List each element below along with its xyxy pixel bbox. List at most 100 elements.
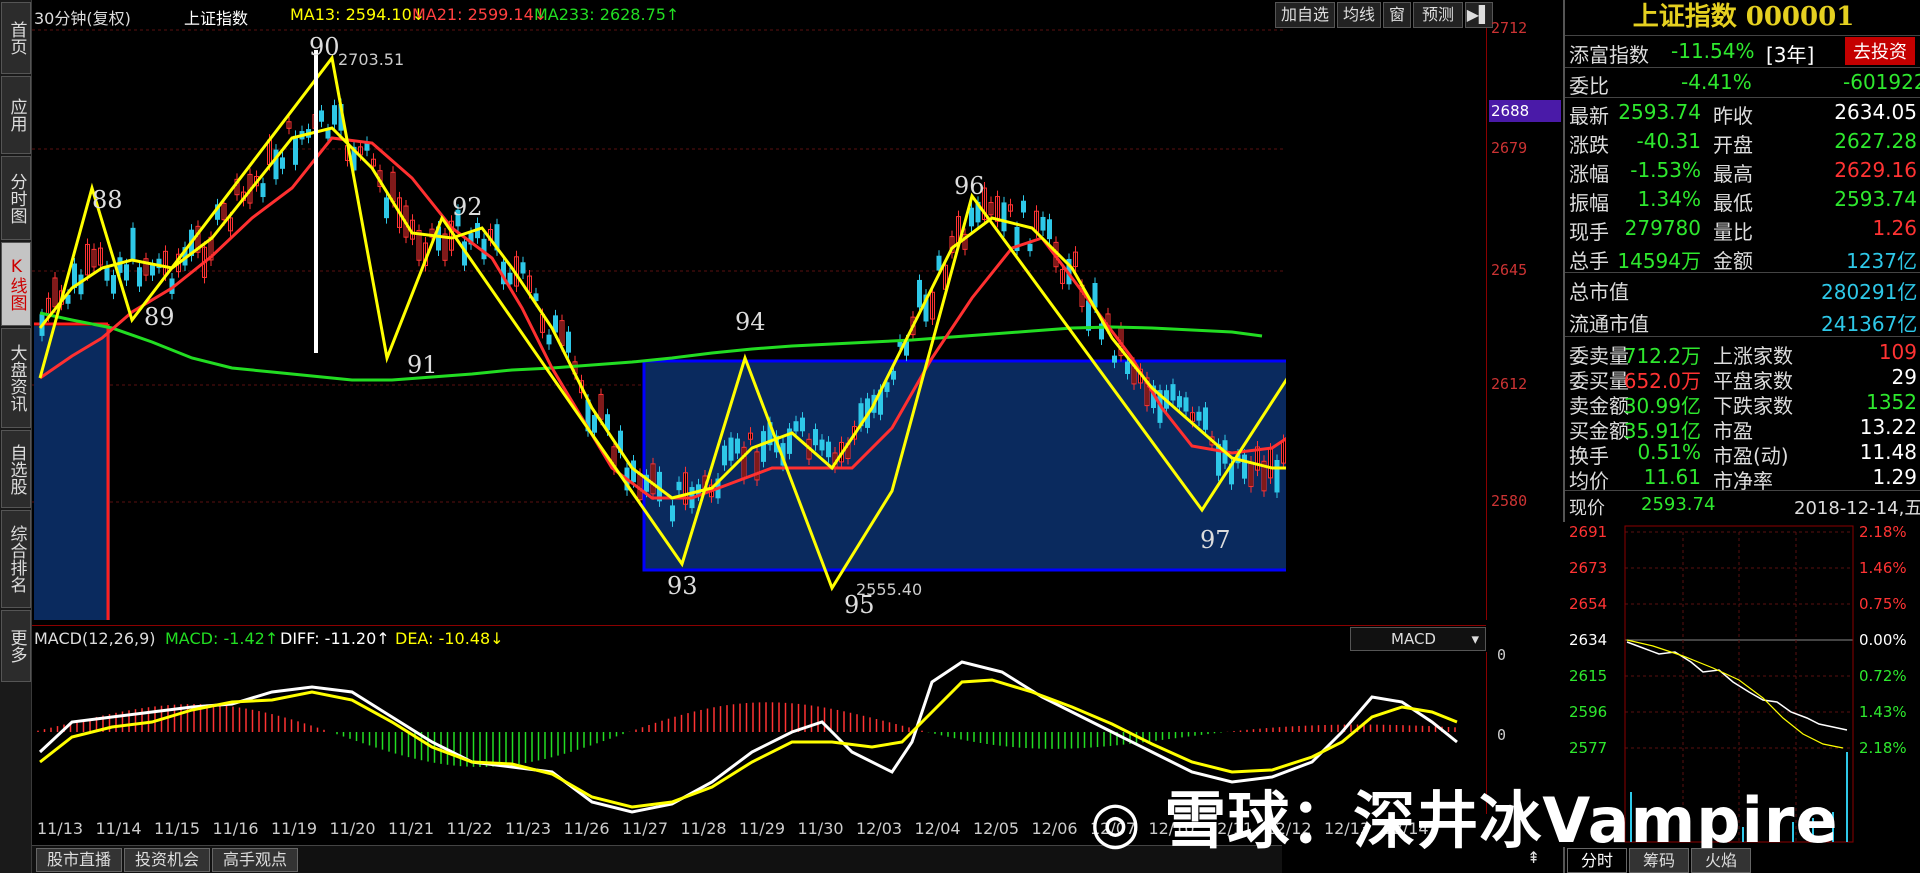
tab-opportunities[interactable]: 投资机会 xyxy=(124,848,210,872)
date-label: 11/21 xyxy=(387,819,435,838)
quote-label: 涨幅 xyxy=(1569,162,1609,186)
date-label: 11/19 xyxy=(270,819,318,838)
watermark: ◎ 雪球：深井冰Vampire xyxy=(1090,770,1839,860)
date-label: 12/06 xyxy=(1031,819,1078,838)
forecast-button[interactable]: 预测 xyxy=(1413,2,1463,28)
date-label: 11/16 xyxy=(212,819,259,838)
quote-date: 2018-12-14,五 xyxy=(1794,498,1920,519)
quote-value: 1.29 xyxy=(1872,465,1917,489)
watermark-logo-icon: ◎ xyxy=(1090,788,1142,856)
wave-label-94: 94 xyxy=(735,308,766,336)
quote-value: 1.34% xyxy=(1637,187,1701,211)
tab-expert-views[interactable]: 高手观点 xyxy=(212,848,298,872)
macd-value: MACD: -1.42↑ xyxy=(165,629,279,648)
market-cap-label: 总市值 xyxy=(1569,280,1629,304)
weibi-label: 委比 xyxy=(1569,74,1609,98)
date-label: 11/29 xyxy=(738,819,786,838)
quote-row: 涨幅 -1.53% 最高 2629.16 xyxy=(1569,156,1919,186)
quote-value: -1.53% xyxy=(1630,158,1701,182)
tianfu-value: -11.54% xyxy=(1671,39,1755,63)
wave-label-97: 97 xyxy=(1200,526,1231,554)
add-watchlist-button[interactable]: 加自选 xyxy=(1275,2,1335,28)
wave-label-92: 92 xyxy=(452,193,483,221)
price-axis-label: 2580 xyxy=(1491,492,1528,510)
mini-left-axis-label: 2691 xyxy=(1569,523,1607,541)
quote-value: 29 xyxy=(1891,365,1917,389)
left-shaded-area xyxy=(34,326,110,620)
price-label: 现价 xyxy=(1569,498,1605,519)
date-label: 12/05 xyxy=(972,819,1020,838)
sidebar-item-more[interactable]: 更多 xyxy=(1,610,31,682)
mini-left-axis-label: 2634 xyxy=(1569,631,1607,649)
tab-chips[interactable]: 筹码 xyxy=(1629,848,1689,873)
macd-header: MACD(12,26,9) MACD: -1.42↑ DIFF: -11.20↑… xyxy=(32,625,1486,651)
collapse-panel-icon[interactable]: ▶▌ xyxy=(1465,2,1493,28)
quote-value: 109 xyxy=(1878,340,1917,364)
ma233-label: MA233: 2628.75↑ xyxy=(534,5,680,24)
mini-right-axis-label: 0.75% xyxy=(1859,595,1907,613)
low-price-label: 2555.40 xyxy=(856,580,922,599)
weibi-value: -4.41% xyxy=(1681,70,1752,94)
mini-right-axis-label: 2.18% xyxy=(1859,523,1907,541)
quote-value: 2629.16 xyxy=(1834,158,1917,182)
dea-value: DEA: -10.48↓ xyxy=(395,629,504,648)
consolidation-box xyxy=(642,359,1286,572)
indicator-select[interactable]: MACD ▾ xyxy=(1350,627,1486,651)
sidebar-item-timeshare[interactable]: 分时图 xyxy=(1,156,31,240)
tab-flame[interactable]: 火焰 xyxy=(1691,848,1751,873)
tab-live[interactable]: 股市直播 xyxy=(36,848,122,872)
sidebar-item-apps[interactable]: 应用 xyxy=(1,76,31,154)
mini-left-axis-label: 2596 xyxy=(1569,703,1607,721)
quote-value: 279780 xyxy=(1624,216,1701,240)
quote-value: 11.48 xyxy=(1859,440,1917,464)
price-axis-label: 2645 xyxy=(1491,261,1528,279)
quote-value: 2634.05 xyxy=(1834,100,1917,124)
current-price-tag: 2688 xyxy=(1489,100,1561,122)
date-label: 12/04 xyxy=(914,819,961,838)
date-label: 11/26 xyxy=(563,819,610,838)
right-tabs: 分时 筹码 火焰 xyxy=(1565,848,1920,873)
mini-left-axis-label: 2615 xyxy=(1569,667,1607,685)
mini-left-axis-label: 2577 xyxy=(1569,739,1607,757)
macd-axis-top: 0 xyxy=(1497,646,1507,664)
date-label: 11/30 xyxy=(797,819,844,838)
quote-label: 现手 xyxy=(1569,220,1609,244)
quote-value: 0.51% xyxy=(1637,440,1701,464)
price-axis-label: 2612 xyxy=(1491,375,1528,393)
sidebar-item-kline[interactable]: K线图 xyxy=(1,242,31,326)
price-axis-label: 2679 xyxy=(1491,139,1528,157)
quote-row: 振幅 1.34% 最低 2593.74 xyxy=(1569,185,1919,215)
quote-value: 14594万 xyxy=(1617,249,1701,273)
sidebar-item-watchlist[interactable]: 自选股 xyxy=(1,430,31,508)
ma13-label: MA13: 2594.10↓ xyxy=(290,5,426,24)
quote-label: 开盘 xyxy=(1713,133,1753,157)
date-label: 11/13 xyxy=(36,819,84,838)
diff-value: DIFF: -11.20↑ xyxy=(280,629,390,648)
quote-value: -40.31 xyxy=(1636,129,1701,153)
mini-right-axis-label: 0.72% xyxy=(1859,667,1907,685)
chevron-down-icon: ▾ xyxy=(1471,630,1479,648)
sidebar-item-home[interactable]: 首页 xyxy=(1,2,31,74)
kline-chart[interactable]: 88 89 90 91 92 93 94 95 96 97 98 99 2703… xyxy=(32,28,1286,620)
quote-label: 总手 xyxy=(1569,249,1609,273)
ma-button[interactable]: 均线 xyxy=(1337,2,1381,28)
quote-row: 均价 11.61 市净率 1.29 xyxy=(1569,463,1919,493)
period-label[interactable]: 30分钟(复权) xyxy=(34,5,131,29)
wave-label-89: 89 xyxy=(144,303,175,331)
sidebar-item-ranking[interactable]: 综合排名 xyxy=(1,510,31,608)
wave-label-93: 93 xyxy=(667,572,698,600)
indicator-select-value: MACD xyxy=(1391,630,1436,648)
float-cap-value: 241367亿 xyxy=(1821,312,1918,336)
window-button[interactable]: 窗 xyxy=(1383,2,1411,28)
tab-timeshare[interactable]: 分时 xyxy=(1567,848,1627,873)
sidebar-item-market-news[interactable]: 大盘资讯 xyxy=(1,328,31,428)
quote-row: 涨跌 -40.31 开盘 2627.28 xyxy=(1569,127,1919,157)
macd-params: MACD(12,26,9) xyxy=(34,629,156,648)
invest-button[interactable]: 去投资 xyxy=(1845,37,1915,65)
price-axis: 2712 2679 2645 2612 2580 2688 xyxy=(1486,19,1563,620)
quote-label: 量比 xyxy=(1713,220,1753,244)
chart-header: 30分钟(复权) 上证指数 MA13: 2594.10↓ MA21: 2599.… xyxy=(32,0,1493,30)
quote-label: 昨收 xyxy=(1713,104,1753,128)
wave-label-91: 91 xyxy=(407,351,438,379)
index-name: 上证指数 xyxy=(184,9,249,28)
